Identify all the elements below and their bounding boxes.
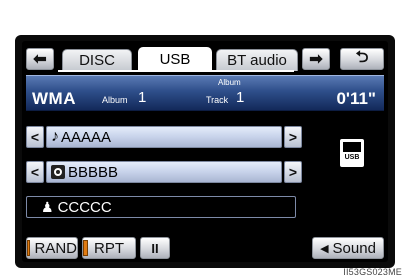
return-button[interactable]: ⮌ <box>340 48 384 70</box>
left-arrow-icon: ⬅ <box>33 51 47 68</box>
chevron-right-icon: > <box>288 129 298 145</box>
song-next-button[interactable]: > <box>284 126 302 148</box>
random-indicator <box>27 240 31 256</box>
chevron-left-icon: < <box>30 164 40 180</box>
pause-button[interactable]: II <box>140 237 170 259</box>
usb-device-label: USB <box>344 154 360 161</box>
track-label: Track <box>206 95 229 105</box>
random-button[interactable]: RAND <box>26 237 78 259</box>
album-label: Album <box>102 95 128 105</box>
repeat-button[interactable]: RPT <box>82 237 136 259</box>
head-unit-frame: ⬅ DISC USB BT audio ➡ ⮌ Album WMA Album … <box>15 35 395 268</box>
song-title: AAAAA <box>61 128 112 146</box>
repeat-indicator <box>83 240 88 256</box>
music-note-icon: ♪ <box>51 128 59 145</box>
previous-source-button[interactable]: ⬅ <box>26 48 54 70</box>
random-label: RAND <box>34 239 77 257</box>
song-title-button[interactable]: ♪ AAAAA <box>46 126 282 148</box>
elapsed-time: 0'11" <box>336 89 376 108</box>
album-title: BBBBB <box>68 163 119 181</box>
song-prev-button[interactable]: < <box>26 126 44 148</box>
album-title-button[interactable]: BBBBB <box>46 161 282 183</box>
person-icon: ♟ <box>41 198 54 215</box>
usb-device-icon: USB <box>340 139 364 167</box>
tab-bt-audio-label: BT audio <box>227 52 287 69</box>
speaker-icon: ◀ <box>320 242 329 255</box>
right-arrow-icon: ➡ <box>309 51 323 68</box>
album-caption: Album <box>218 78 241 87</box>
tab-usb-label: USB <box>159 51 191 68</box>
album-prev-button[interactable]: < <box>26 161 44 183</box>
artist-name: CCCCC <box>57 198 112 216</box>
sound-button[interactable]: ◀ Sound <box>312 237 384 259</box>
audio-screen: ⬅ DISC USB BT audio ➡ ⮌ Album WMA Album … <box>22 41 388 262</box>
tab-underline <box>58 70 294 72</box>
tab-disc[interactable]: DISC <box>62 49 132 71</box>
chevron-right-icon: > <box>288 164 298 180</box>
disc-icon <box>51 165 65 179</box>
return-icon: ⮌ <box>355 48 369 66</box>
album-number: 1 <box>138 89 147 106</box>
track-number: 1 <box>236 89 245 106</box>
next-source-button[interactable]: ➡ <box>302 48 330 70</box>
tab-usb[interactable]: USB <box>138 47 212 71</box>
figure-code: II53GS023ME <box>343 267 402 277</box>
sound-label: Sound <box>332 239 376 257</box>
pause-icon: II <box>151 240 159 256</box>
tab-bt-audio[interactable]: BT audio <box>216 49 298 71</box>
tab-disc-label: DISC <box>79 52 115 69</box>
artist-row: ♟ CCCCC <box>26 196 296 218</box>
album-next-button[interactable]: > <box>284 161 302 183</box>
file-format: WMA <box>32 89 76 108</box>
repeat-label: RPT <box>94 239 124 257</box>
chevron-left-icon: < <box>30 129 40 145</box>
now-playing-banner: Album WMA Album 1 Track 1 0'11" <box>26 75 384 111</box>
